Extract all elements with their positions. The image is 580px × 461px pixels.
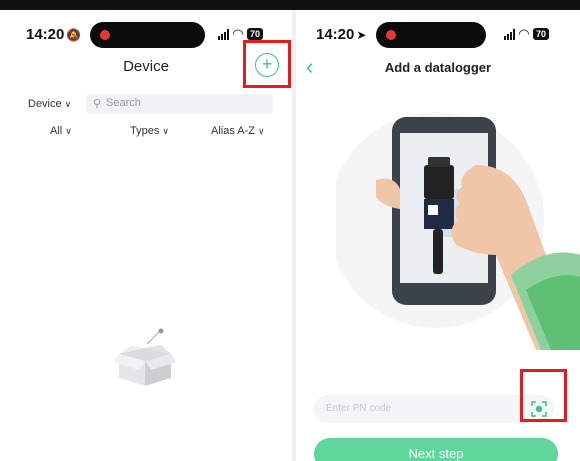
add-datalogger-screen: 14:20➤ ◠ 70 ‹ Add a datalogger Next [296,10,580,461]
recording-dot-icon [100,30,110,40]
dynamic-island [376,22,486,48]
chevron-down-icon: ∨ [64,99,72,109]
battery-icon: 70 [247,28,264,40]
search-input[interactable] [106,97,266,109]
filter-row: Device ∨ ⚲ [0,94,292,116]
chevron-down-icon: ∨ [162,126,169,136]
chevron-down-icon: ∨ [258,126,265,136]
bell-slash-icon: 🔕 [66,28,82,42]
status-bar: 14:20 ➤ ◠ 70 [296,20,580,48]
recording-dot-icon [386,30,396,40]
dynamic-island [90,22,205,48]
highlight-box-scan [520,369,567,422]
highlight-box-add [243,40,291,88]
status-time: 14:20 🔕 [26,26,82,43]
all-filter-dropdown[interactable]: All ∨ [50,125,72,137]
next-step-button[interactable]: Next step [314,438,558,461]
pn-code-input[interactable] [326,403,506,414]
status-time: 14:20 ➤ [316,26,367,43]
signal-icon [504,28,515,40]
signal-icon [218,28,229,40]
battery-icon: 70 [533,28,550,40]
search-icon: ⚲ [93,98,102,110]
wifi-icon: ◠ [519,26,529,41]
device-dropdown[interactable]: Device ∨ [28,98,71,110]
system-icons: ◠ 70 [504,26,550,42]
pn-code-field[interactable] [314,395,554,423]
alias-sort-dropdown[interactable]: Alias A-Z ∨ [211,125,265,137]
wifi-icon: ◠ [233,26,243,41]
page-title: Add a datalogger [384,60,492,75]
top-black-bar [0,0,580,10]
device-list-screen: 14:20🔕 ◠ 70 Device + Device∨ ⚲ All∨ Type… [0,10,292,461]
sort-row: All ∨ Types ∨ Alias A-Z ∨ [0,125,292,141]
search-bar[interactable]: ⚲ [86,94,273,114]
location-arrow-icon: ➤ [356,28,367,42]
hand-scanning-datalogger-illustration [336,112,580,350]
chevron-down-icon: ∨ [65,126,72,136]
empty-box-icon [115,328,175,386]
types-filter-dropdown[interactable]: Types ∨ [130,125,169,137]
